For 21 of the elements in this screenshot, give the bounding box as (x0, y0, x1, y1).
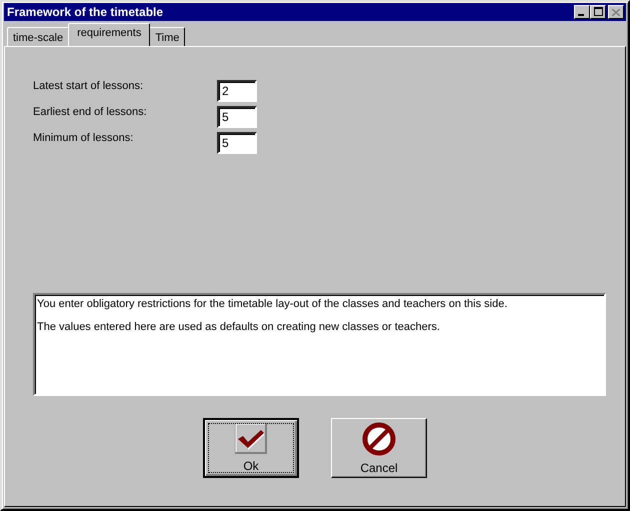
ok-button[interactable]: Ok (203, 418, 299, 478)
input-field[interactable]: 2 (217, 80, 257, 102)
field-label: Minimum of lessons: (33, 132, 134, 144)
tab[interactable]: Time (149, 27, 186, 46)
cancel-button[interactable]: Cancel (331, 418, 427, 478)
close-icon (612, 8, 620, 16)
input-field[interactable]: 5 (217, 132, 257, 154)
checkmark-icon (235, 423, 267, 454)
minimize-button[interactable] (574, 5, 590, 19)
input-field[interactable]: 5 (217, 106, 257, 128)
close-button[interactable] (608, 5, 624, 19)
description-text: The values entered here are used as defaults on creating new classes or teachers. (37, 321, 441, 333)
prohibited-icon (362, 422, 396, 456)
tab[interactable]: time-scale (7, 27, 70, 46)
window-title: Framework of the timetable (7, 5, 164, 19)
description-text: You enter obligatory restrictions for the timetable lay-out of the classes and teachers on this side. (37, 298, 508, 310)
field-label: Latest start of lessons: (33, 80, 144, 92)
tab[interactable]: requirements (68, 23, 150, 46)
field-label: Earliest end of lessons: (33, 106, 148, 118)
maximize-icon (594, 7, 602, 16)
maximize-button[interactable] (590, 5, 606, 19)
